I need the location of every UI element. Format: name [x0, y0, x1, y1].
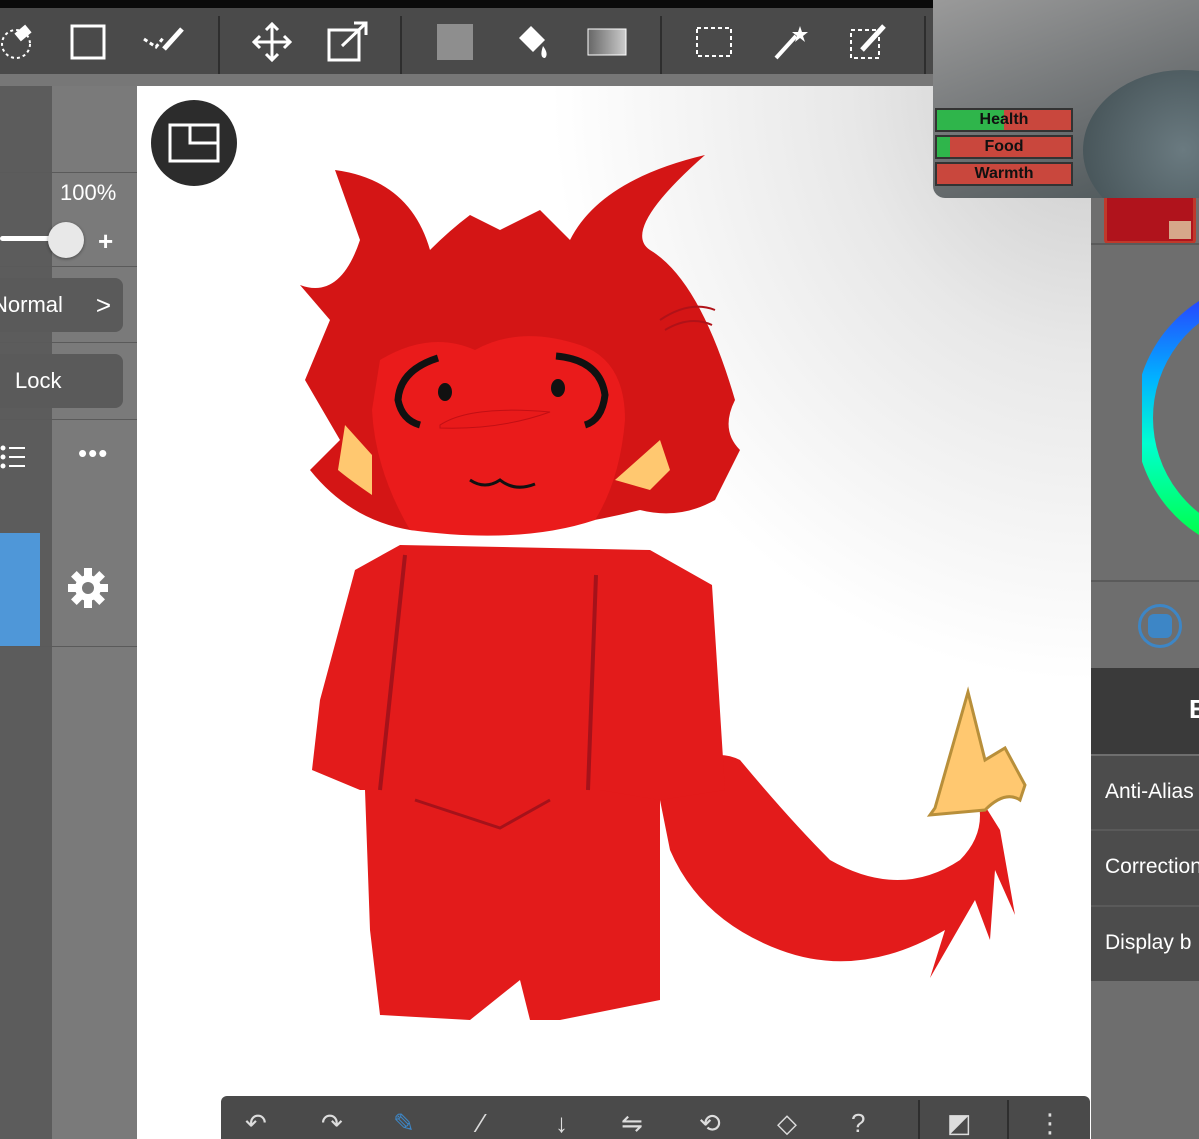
- right-panel-bottom: [1091, 982, 1199, 1139]
- layer-list-icon[interactable]: [0, 444, 28, 477]
- brush-icon[interactable]: ✎: [393, 1108, 415, 1139]
- help-icon[interactable]: ?: [851, 1108, 865, 1139]
- blend-mode-button[interactable]: Normal >: [0, 278, 123, 332]
- primary-color-swatch[interactable]: [1104, 192, 1196, 244]
- lock-button[interactable]: Lock: [0, 354, 123, 408]
- magic-wand-icon[interactable]: [768, 20, 812, 64]
- canvas-view-button[interactable]: [151, 100, 237, 186]
- undo-icon[interactable]: ↶: [245, 1108, 267, 1139]
- lasso-brush-icon[interactable]: [142, 20, 186, 64]
- anti-alias-item[interactable]: Anti-Alias: [1091, 756, 1199, 830]
- divider: [1091, 580, 1199, 582]
- divider: [0, 646, 137, 647]
- gradient-icon[interactable]: [585, 20, 629, 64]
- red-creature-drawing: [300, 155, 1027, 1020]
- blend-mode-label: Normal: [0, 292, 63, 317]
- brush-settings-header: E: [1091, 668, 1199, 754]
- marquee-select-icon[interactable]: [692, 20, 736, 64]
- more-options-icon[interactable]: •••: [78, 438, 108, 469]
- correction-item[interactable]: Correction: [1091, 831, 1199, 905]
- eraser-selection-icon[interactable]: [0, 20, 40, 64]
- toolbar-subbar: [0, 74, 935, 86]
- grid-menu-icon[interactable]: ⋮: [1037, 1108, 1063, 1139]
- warmth-bar: Warmth: [935, 162, 1073, 186]
- selected-layer[interactable]: [0, 533, 40, 646]
- transform-icon[interactable]: [326, 20, 370, 64]
- secondary-color-swatch[interactable]: [1169, 221, 1191, 239]
- divider: [0, 419, 137, 420]
- rotate-icon[interactable]: ⟲: [699, 1108, 721, 1139]
- food-bar: Food: [935, 135, 1073, 159]
- fill-color-icon[interactable]: [433, 20, 477, 64]
- move-icon[interactable]: [250, 20, 294, 64]
- drawing-canvas[interactable]: [137, 86, 1091, 1139]
- opacity-value: 100%: [60, 180, 117, 205]
- rectangle-select-icon[interactable]: [66, 20, 110, 64]
- divider: [1091, 243, 1199, 245]
- top-toolbar: [0, 8, 935, 84]
- health-bar: Health: [935, 108, 1073, 132]
- layer-panel: 100% + Normal > Lock •••: [0, 86, 137, 1139]
- redo-icon[interactable]: ↷: [321, 1108, 343, 1139]
- section-title: E: [1189, 694, 1199, 724]
- lock-label: Lock: [15, 368, 62, 393]
- bottom-toolbar: ↶ ↷ ✎ ⁄ ↓ ⇋ ⟲ ◇ ? ◩ ⋮: [221, 1096, 1090, 1139]
- flip-icon[interactable]: ⇋: [621, 1108, 643, 1139]
- download-icon[interactable]: ↓: [555, 1108, 568, 1139]
- opacity-slider-knob[interactable]: [48, 222, 84, 258]
- display-brush-item[interactable]: Display b: [1091, 907, 1199, 981]
- color-mode-button[interactable]: [1138, 604, 1182, 648]
- eraser-icon[interactable]: ◇: [777, 1108, 797, 1139]
- gear-icon[interactable]: [66, 566, 110, 615]
- share-icon[interactable]: ◩: [947, 1108, 972, 1139]
- selection-pen-icon[interactable]: [846, 20, 890, 64]
- paint-bucket-icon[interactable]: [509, 20, 553, 64]
- chevron-right-icon: >: [95, 290, 111, 320]
- divider: [0, 266, 137, 267]
- divider: [0, 172, 137, 173]
- color-wheel[interactable]: [1135, 288, 1199, 548]
- divider: [0, 342, 137, 343]
- opacity-plus-button[interactable]: +: [98, 226, 113, 257]
- eyedropper-icon[interactable]: ⁄: [479, 1108, 483, 1139]
